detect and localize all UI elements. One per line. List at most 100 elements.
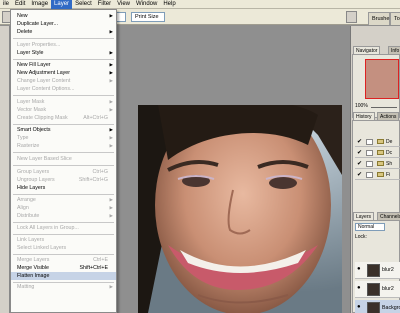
dialog-toggle-icon[interactable] <box>366 150 373 156</box>
menu-select[interactable]: Select <box>72 0 95 9</box>
tab-actions[interactable]: Actions <box>377 112 400 120</box>
menu-item-merge-visible[interactable]: Merge Visible Shift+Ctrl+E <box>11 264 116 272</box>
menu-item-label: Layer Content Options... <box>17 86 75 92</box>
submenu-arrow-icon: ▶ <box>109 70 113 75</box>
check-icon[interactable]: ✔ <box>357 161 363 167</box>
tab-navigator[interactable]: Navigator <box>353 46 381 54</box>
menu-layer[interactable]: Layer <box>51 0 73 9</box>
menu-item-smart-objects[interactable]: Smart Objects ▶ <box>11 126 116 134</box>
menu-filter[interactable]: Filter <box>95 0 114 9</box>
layer-row[interactable]: ● Backgrou <box>355 300 400 313</box>
menu-item-label: Vector Mask <box>17 107 47 113</box>
layer-name[interactable]: Backgrou <box>382 300 400 313</box>
dialog-toggle-icon[interactable] <box>366 139 373 145</box>
eye-icon[interactable]: ● <box>357 304 364 310</box>
menu-item-hide-layers[interactable]: Hide Layers <box>11 184 116 192</box>
layer-name[interactable]: blur2 <box>382 262 394 279</box>
dialog-toggle-icon[interactable] <box>366 172 373 178</box>
menu-item-new-adjustment-layer[interactable]: New Adjustment Layer ▶ <box>11 69 116 77</box>
menu-item-new[interactable]: New ▶ <box>11 12 116 20</box>
menu-item-distribute[interactable]: Distribute ▶ <box>11 212 116 220</box>
tab-layers[interactable]: Layers <box>353 212 375 220</box>
menu-item-ungroup-layers[interactable]: Ungroup Layers Shift+Ctrl+G <box>11 176 116 184</box>
navigator-thumbnail[interactable] <box>365 59 399 99</box>
layer-row[interactable]: ● blur2 <box>355 281 400 298</box>
menu-separator <box>13 254 114 255</box>
navigator-zoom-slider[interactable] <box>371 107 397 108</box>
menu-item-label: Rasterize <box>17 143 40 149</box>
submenu-arrow-icon: ▶ <box>109 50 113 55</box>
menu-item-new-layer-based-slice[interactable]: New Layer Based Slice <box>11 155 116 163</box>
menu-item-label: Duplicate Layer... <box>17 21 58 27</box>
brushes-tab[interactable]: Brushe <box>368 12 390 25</box>
action-set-row[interactable]: ✔ Sh <box>355 159 400 169</box>
tab-history[interactable]: History <box>353 112 375 120</box>
menu-window[interactable]: Window <box>133 0 160 9</box>
check-icon[interactable]: ✔ <box>357 150 363 156</box>
check-icon[interactable]: ✔ <box>357 172 363 178</box>
menu-item-duplicate-layer[interactable]: Duplicate Layer... <box>11 20 116 28</box>
menu-item-link-layers[interactable]: Link Layers <box>11 236 116 244</box>
dialog-toggle-icon[interactable] <box>366 161 373 167</box>
navigator-panel: 100% <box>352 54 400 118</box>
menu-item-group-layers[interactable]: Group Layers Ctrl+G <box>11 168 116 176</box>
action-set-label: Fi <box>386 172 391 178</box>
action-set-row[interactable]: ✔ De <box>355 137 400 147</box>
eye-icon[interactable]: ● <box>357 285 364 291</box>
menu-item-arrange[interactable]: Arrange ▶ <box>11 196 116 204</box>
menu-view[interactable]: View <box>114 0 133 9</box>
action-set-label: Dc <box>386 150 393 156</box>
action-set-row[interactable]: ✔ Fi <box>355 170 400 180</box>
menu-item-lock-all-layers-in-group[interactable]: Lock All Layers in Group... <box>11 224 116 232</box>
menu-separator <box>13 234 114 235</box>
check-icon[interactable]: ✔ <box>357 139 363 145</box>
menu-item-layer-style[interactable]: Layer Style ▶ <box>11 49 116 57</box>
action-set-row[interactable]: ✔ Dc <box>355 148 400 158</box>
menu-item-label: Matting <box>17 284 35 290</box>
woman-smiling-image <box>138 105 342 313</box>
menu-item-flatten-image[interactable]: Flatten Image <box>11 272 116 280</box>
menu-separator <box>13 152 114 153</box>
tool-presets-tab[interactable]: Too <box>390 12 400 25</box>
menu-item-delete[interactable]: Delete ▶ <box>11 28 116 36</box>
menu-item-change-layer-content[interactable]: Change Layer Content ▶ <box>11 77 116 85</box>
menu-item-new-fill-layer[interactable]: New Fill Layer ▶ <box>11 61 116 69</box>
menu-item-layer-content-options[interactable]: Layer Content Options... <box>11 85 116 93</box>
layer-name[interactable]: blur2 <box>382 281 394 298</box>
menu-item-label: Layer Style <box>17 50 44 56</box>
menu-separator <box>13 38 114 39</box>
menu-item-layer-properties[interactable]: Layer Properties... <box>11 41 116 49</box>
submenu-arrow-icon: ▶ <box>109 127 113 132</box>
menu-item-merge-layers[interactable]: Merge Layers Ctrl+E <box>11 256 116 264</box>
document-photo[interactable] <box>138 105 342 313</box>
eye-icon[interactable]: ● <box>357 266 364 272</box>
folder-icon <box>377 161 384 166</box>
layer-row[interactable]: ● blur2 <box>355 262 400 279</box>
menu-item-create-clipping-mask[interactable]: Create Clipping Mask Alt+Ctrl+G <box>11 114 116 122</box>
menu-item-rasterize[interactable]: Rasterize ▶ <box>11 142 116 150</box>
submenu-arrow-icon: ▶ <box>109 107 113 112</box>
menu-edit[interactable]: Edit <box>12 0 28 9</box>
menu-item-label: Link Layers <box>17 237 45 243</box>
menu-bar: ile Edit Image Layer Select Filter View Window H… <box>0 0 400 9</box>
blend-mode-select[interactable]: Normal <box>355 223 385 231</box>
menu-item-label: Create Clipping Mask <box>17 115 68 121</box>
menu-help[interactable]: Help <box>160 0 178 9</box>
menu-item-align[interactable]: Align ▶ <box>11 204 116 212</box>
submenu-arrow-icon: ▶ <box>109 29 113 34</box>
menu-separator <box>13 222 114 223</box>
menu-item-vector-mask[interactable]: Vector Mask ▶ <box>11 106 116 114</box>
layer-thumbnail <box>367 302 380 313</box>
palette-well-icon[interactable] <box>346 11 357 23</box>
menu-item-type[interactable]: Type ▶ <box>11 134 116 142</box>
menu-image[interactable]: Image <box>28 0 51 9</box>
menu-item-layer-mask[interactable]: Layer Mask ▶ <box>11 98 116 106</box>
menu-item-select-linked-layers[interactable]: Select Linked Layers <box>11 244 116 252</box>
navigator-zoom[interactable]: 100% <box>355 103 368 109</box>
tab-info[interactable]: Info <box>388 46 400 54</box>
menu-item-matting[interactable]: Matting ▶ <box>11 283 116 291</box>
menu-separator <box>13 194 114 195</box>
menu-ile[interactable]: ile <box>0 0 12 9</box>
tab-channels[interactable]: Channels <box>377 212 400 220</box>
print-size-button[interactable]: Print Size <box>131 12 165 22</box>
